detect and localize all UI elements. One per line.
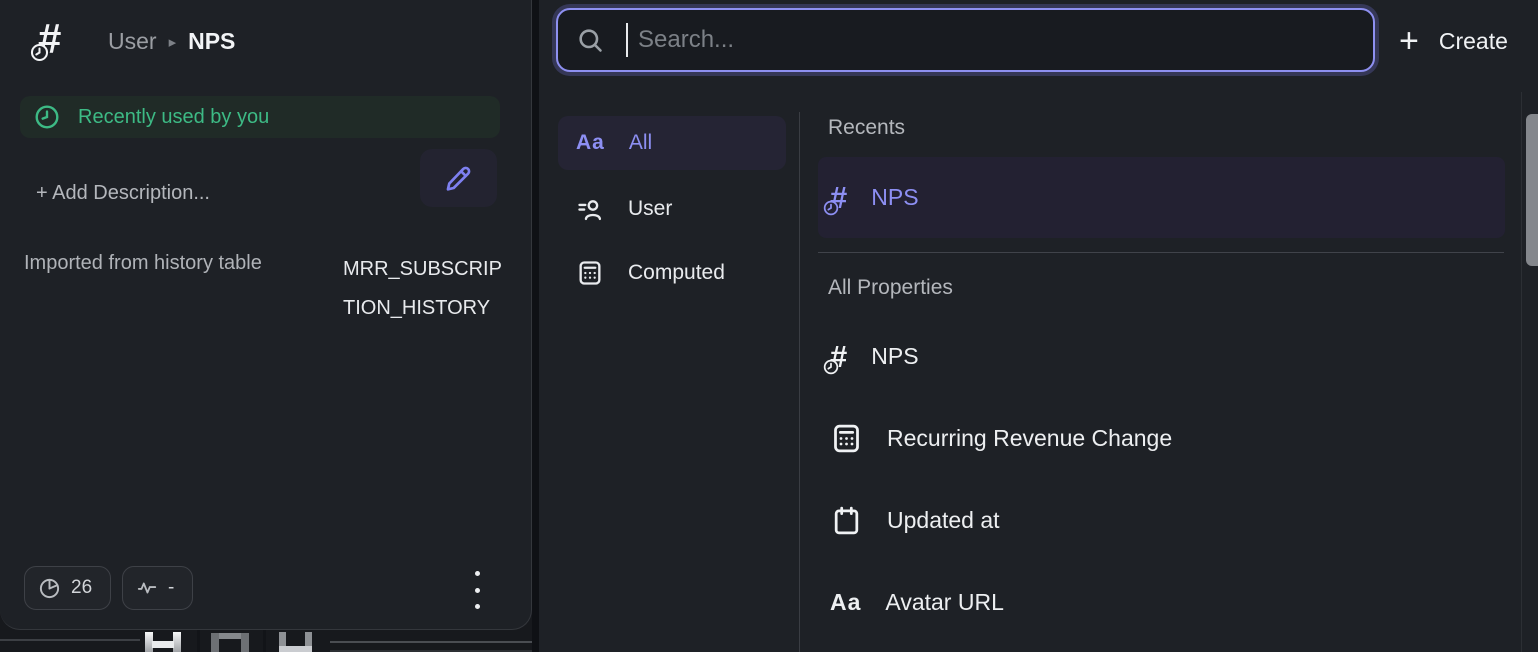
recently-used-label: Recently used by you (78, 106, 269, 129)
column-divider (799, 112, 800, 652)
trend-button[interactable]: - (122, 566, 193, 610)
edit-description-button[interactable] (420, 149, 497, 207)
trend-value: - (168, 577, 174, 599)
pulse-icon (136, 577, 158, 599)
sample-count-value: 26 (71, 577, 92, 599)
recently-used-badge: Recently used by you (20, 96, 500, 138)
pie-chart-icon (38, 577, 61, 600)
numeric-history-icon: # (830, 341, 847, 372)
calculator-icon (830, 422, 863, 455)
background-content (0, 630, 532, 652)
result-label: Updated at (887, 507, 1000, 534)
filter-tab-label: All (629, 131, 652, 155)
filter-tab-computed[interactable]: Computed (558, 246, 786, 300)
result-label: NPS (871, 343, 918, 370)
text-format-icon: Aa (830, 589, 861, 616)
imported-table-value: MRR_SUBSCRIPTION_HISTORY (343, 250, 503, 328)
chevron-right-icon: ▸ (169, 33, 177, 51)
filter-tab-user[interactable]: User (558, 182, 786, 236)
property-item-updated-at[interactable]: Updated at (818, 499, 1505, 541)
plus-icon: + (1399, 24, 1419, 58)
create-button-label: Create (1439, 28, 1508, 55)
scrollbar-track[interactable] (1521, 92, 1522, 652)
filter-tab-label: Computed (628, 261, 725, 285)
recent-item-nps[interactable]: # NPS (818, 157, 1505, 238)
search-input[interactable] (638, 26, 1355, 54)
add-description-button[interactable]: + Add Description... (36, 182, 210, 205)
breadcrumb: User ▸ NPS (108, 28, 235, 55)
clock-icon (34, 104, 60, 130)
all-properties-header: All Properties (828, 276, 953, 300)
more-options-button[interactable] (470, 571, 484, 609)
section-divider (818, 252, 1504, 253)
sample-count-button[interactable]: 26 (24, 566, 111, 610)
text-caret (626, 23, 628, 57)
scrollbar-thumb[interactable] (1526, 114, 1538, 266)
numeric-history-icon: # (830, 182, 847, 213)
filter-tab-all[interactable]: Aa All (558, 116, 786, 170)
calculator-icon (576, 259, 604, 287)
recents-header: Recents (828, 116, 905, 140)
property-item-recurring-revenue-change[interactable]: Recurring Revenue Change (818, 417, 1505, 459)
search-icon (576, 26, 604, 54)
filter-tab-label: User (628, 197, 672, 221)
breadcrumb-current: NPS (188, 28, 235, 55)
panel-divider (532, 0, 539, 652)
property-detail-panel: # User ▸ NPS Recently used by you + Add … (0, 0, 532, 630)
user-list-icon (576, 195, 604, 223)
result-label: NPS (871, 184, 918, 211)
property-item-avatar-url[interactable]: Aa Avatar URL (818, 581, 1505, 623)
result-label: Recurring Revenue Change (887, 425, 1172, 452)
calendar-icon (830, 504, 863, 537)
search-bar[interactable] (556, 8, 1375, 72)
result-label: Avatar URL (885, 589, 1003, 616)
create-button[interactable]: + Create (1399, 20, 1508, 62)
numeric-history-icon: # (38, 18, 61, 60)
imported-from-label: Imported from history table (24, 252, 262, 275)
pencil-icon (443, 162, 475, 194)
text-format-icon: Aa (576, 131, 605, 155)
property-picker-modal: + Create Aa All User Computed Recents # (539, 0, 1538, 652)
property-item-nps[interactable]: # NPS (818, 335, 1505, 377)
breadcrumb-parent[interactable]: User (108, 28, 157, 55)
